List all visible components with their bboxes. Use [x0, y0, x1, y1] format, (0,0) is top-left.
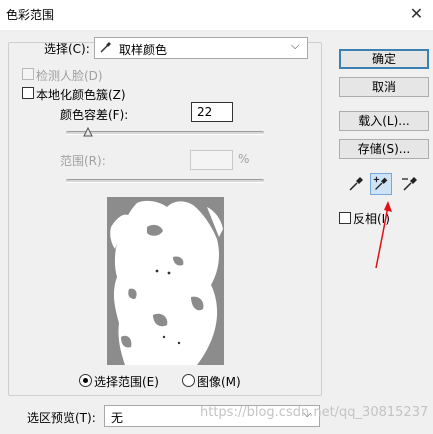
add-to-sample-tool-button[interactable] — [370, 173, 392, 195]
window-title: 色彩范围 — [6, 8, 55, 22]
selection-preview-value: 无 — [111, 411, 124, 425]
eyedropper-plus-icon — [373, 176, 388, 190]
title-bar — [0, 0, 433, 30]
load-button[interactable]: 载入(L)... — [339, 111, 429, 131]
selection-radio[interactable] — [79, 374, 92, 387]
range-unit: % — [238, 152, 250, 166]
radio-selected-dot — [83, 378, 88, 383]
select-value: 取样颜色 — [119, 43, 168, 57]
fuzziness-slider-track[interactable] — [66, 131, 264, 135]
fuzziness-label: 颜色容差(F): — [60, 108, 129, 122]
selection-preview-image[interactable] — [107, 197, 224, 365]
selection-radio-label: 选择范围(E) — [94, 375, 159, 389]
eyedropper-icon — [349, 177, 363, 191]
chevron-down-icon: ⌵ — [291, 39, 300, 52]
subtract-from-sample-tool-button[interactable] — [399, 173, 421, 195]
eyedropper-icon — [100, 42, 111, 53]
save-button[interactable]: 存储(S)... — [339, 139, 429, 159]
fuzziness-slider-thumb[interactable] — [82, 127, 93, 137]
localized-clusters-checkbox[interactable] — [22, 87, 34, 99]
eyedropper-minus-icon — [402, 177, 417, 191]
invert-checkbox[interactable] — [339, 212, 351, 224]
detect-faces-checkbox[interactable] — [22, 68, 34, 80]
close-button[interactable]: ✕ — [400, 0, 433, 30]
annotation-arrow-icon — [375, 201, 392, 269]
localized-clusters-label: 本地化颜色簇(Z) — [36, 88, 126, 102]
detect-faces-label: 检测人脸(D) — [36, 69, 103, 83]
range-label: 范围(R): — [60, 154, 106, 168]
eyedropper-tool-button[interactable] — [345, 173, 367, 195]
ok-button[interactable]: 确定 — [339, 49, 429, 69]
range-slider-track — [66, 179, 264, 183]
selection-mask — [107, 197, 224, 365]
select-label: 选择(C): — [44, 42, 90, 56]
select-dropdown[interactable]: 取样颜色 ⌵ — [94, 37, 308, 59]
cancel-button[interactable]: 取消 — [339, 77, 429, 97]
range-input — [190, 150, 233, 170]
image-radio[interactable] — [182, 374, 195, 387]
selection-preview-label: 选区预览(T): — [27, 411, 96, 425]
watermark: https://blog.csdn.net/qq_30815237 — [200, 405, 429, 420]
fuzziness-input[interactable]: 22 — [191, 102, 233, 122]
image-radio-label: 图像(M) — [197, 375, 241, 389]
